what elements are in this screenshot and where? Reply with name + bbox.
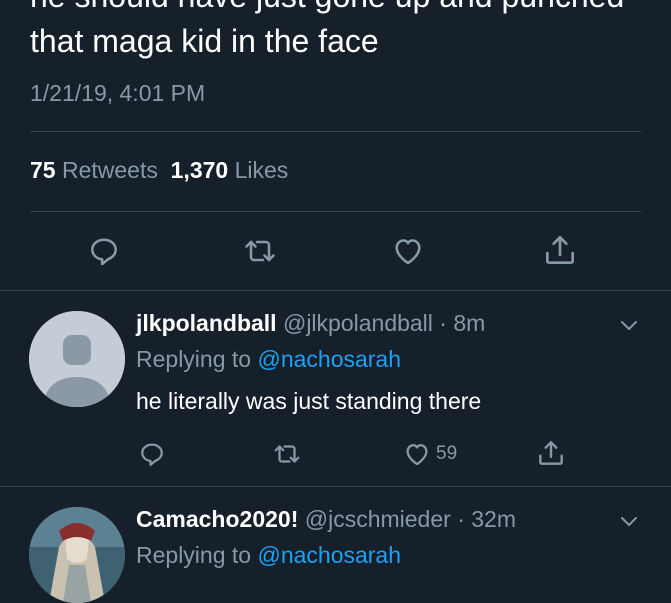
reply-share-button[interactable] [535,437,567,469]
replying-to: Replying to @nachosarah [136,346,401,373]
share-button[interactable] [541,231,579,269]
retweets-count: 75 [30,157,56,183]
retweet-button[interactable] [241,233,279,269]
divider [0,486,671,487]
retweet-icon [274,445,300,463]
avatar[interactable] [29,507,125,603]
reply-button[interactable] [86,233,122,269]
divider [30,131,641,132]
reply-retweet-button[interactable] [271,439,303,469]
tweet-text: that maga kid in the face [30,23,379,59]
replying-to: Replying to @nachosarah [136,542,401,569]
likes-label: Likes [234,157,289,183]
reply-like-button[interactable]: 59 [402,439,457,469]
reply-icon [91,238,117,266]
divider [0,290,671,291]
reply-display-name[interactable]: jlkpolandball [136,310,277,336]
likes-count: 1,370 [170,157,229,183]
retweets-label: Retweets [61,157,158,183]
likes-stat[interactable]: 1,370 Likes [171,157,289,183]
chevron-down-icon[interactable] [617,316,641,341]
retweet-icon [245,240,275,262]
tweet-text-line-partial: he should have just gone up and punched [30,0,624,16]
tweet-timestamp[interactable]: 1/21/19, 4:01 PM [30,80,205,107]
like-button[interactable] [390,233,426,269]
reply-header: jlkpolandball @jlkpolandball · 8m [136,310,485,337]
reply-icon [141,443,163,466]
divider [30,211,641,212]
default-avatar-icon [29,311,125,407]
heart-icon [395,239,421,265]
replying-mention[interactable]: @nachosarah [257,542,401,568]
replying-prefix: Replying to [136,542,252,568]
reply-header: Camacho2020! @jcschmieder · 32m [136,506,516,533]
reply-like-count: 59 [436,443,458,464]
retweets-stat[interactable]: 75 Retweets [30,157,158,183]
tweet-stats: 75 Retweets 1,370 Likes [30,157,288,184]
reply-handle-time[interactable]: @jcschmieder · 32m [305,506,516,532]
avatar-image [29,507,125,603]
replying-prefix: Replying to [136,346,252,372]
share-icon [539,441,563,465]
replying-mention[interactable]: @nachosarah [257,346,401,372]
reply-display-name[interactable]: Camacho2020! [136,506,298,532]
chevron-down-icon[interactable] [617,512,641,537]
heart-icon [406,444,428,466]
avatar-default[interactable] [29,311,125,407]
reply-reply-button[interactable] [137,439,167,469]
share-icon [545,235,575,265]
reply-handle-time[interactable]: @jlkpolandball · 8m [283,310,485,336]
reply-text: he literally was just standing there [136,388,482,414]
